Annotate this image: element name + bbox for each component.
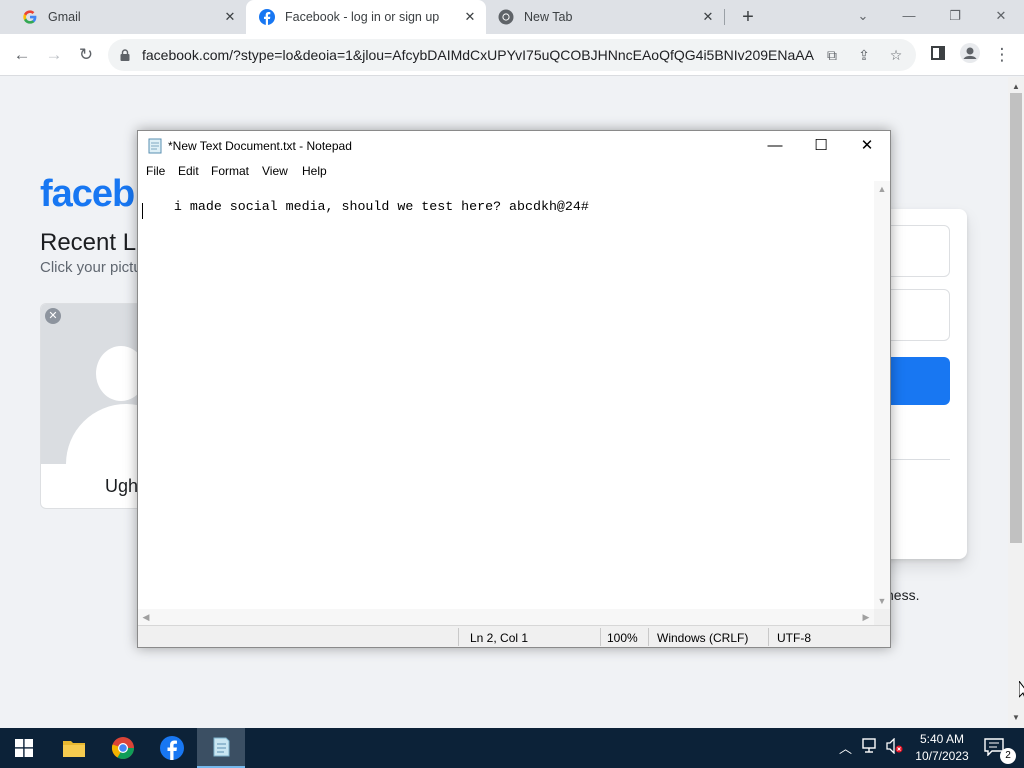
mouse-cursor-icon [1019, 681, 1024, 698]
open-in-app-icon[interactable]: ⧉ [822, 45, 842, 65]
tab-facebook[interactable]: Facebook - log in or sign up ✕ [246, 0, 486, 34]
facebook-logo[interactable]: faceb [40, 173, 135, 216]
status-bar: Ln 2, Col 1 100% Windows (CRLF) UTF-8 [138, 625, 890, 647]
scroll-up-icon[interactable]: ▲ [874, 181, 890, 197]
close-icon[interactable]: ✕ [700, 9, 716, 25]
notepad-icon [213, 737, 230, 757]
notepad-icon [148, 138, 162, 154]
profile-name: Ugh [105, 476, 139, 496]
facebook-icon [160, 736, 184, 760]
create-page-text: ness. [886, 587, 920, 603]
recent-logins-subtitle: Click your pictu [40, 259, 142, 276]
facebook-icon [259, 9, 275, 25]
window-title: *New Text Document.txt - Notepad [168, 139, 352, 153]
clock-time: 5:40 AM [919, 732, 965, 746]
menu-format[interactable]: Format [211, 164, 249, 178]
browser-toolbar: ← → ↻ facebook.com/?stype=lo&deoia=1&jlo… [0, 34, 1024, 76]
tab-label: Gmail [48, 10, 81, 24]
scroll-right-icon[interactable]: ▶ [858, 609, 874, 625]
new-tab-button[interactable]: + [738, 7, 758, 27]
restore-icon[interactable]: ❐ [943, 4, 967, 28]
tab-gmail[interactable]: Gmail ✕ [8, 0, 246, 34]
notification-center[interactable]: 2 [980, 728, 1024, 768]
status-divider [768, 628, 769, 646]
tab-label: Facebook - log in or sign up [285, 10, 440, 24]
minimize-button[interactable]: — [752, 131, 798, 161]
taskbar-notepad[interactable] [197, 728, 245, 768]
taskbar-facebook[interactable] [148, 728, 196, 768]
encoding: UTF-8 [777, 631, 811, 645]
vertical-scrollbar[interactable]: ▲ ▼ [874, 181, 890, 609]
start-button[interactable] [0, 728, 48, 768]
document-text: i made social media, should we test here… [173, 199, 589, 214]
tab-label: New Tab [524, 10, 573, 24]
cursor-position: Ln 2, Col 1 [470, 631, 529, 645]
notepad-title-bar[interactable]: *New Text Document.txt - Notepad — ☐ ✕ [138, 131, 890, 161]
scroll-down-icon[interactable]: ▼ [1008, 710, 1024, 726]
network-icon[interactable] [862, 738, 880, 757]
folder-icon [63, 741, 85, 757]
gmail-icon [23, 10, 37, 24]
profile-avatar[interactable] [958, 43, 982, 67]
scroll-left-icon[interactable]: ◀ [138, 609, 154, 625]
close-icon[interactable]: ✕ [222, 9, 238, 25]
lock-icon [120, 49, 130, 61]
tab-separator [724, 9, 725, 25]
taskbar-chrome[interactable] [99, 728, 147, 768]
share-icon[interactable]: ⇪ [854, 45, 874, 65]
recent-logins-title: Recent L [40, 229, 137, 256]
reload-icon[interactable]: ↻ [74, 43, 98, 67]
notification-count-badge: 2 [1000, 748, 1016, 764]
notepad-window: *New Text Document.txt - Notepad — ☐ ✕ F… [137, 130, 891, 648]
menu-bar: File Edit Format View Help [138, 161, 890, 181]
menu-file[interactable]: File [146, 164, 165, 178]
url-text: facebook.com/?stype=lo&deoia=1&jlou=Afcy… [142, 47, 814, 63]
chevron-up-icon[interactable]: ︿ [839, 738, 852, 757]
zoom-level: 100% [607, 631, 638, 645]
chrome-icon [111, 737, 134, 759]
maximize-button[interactable]: ☐ [798, 131, 844, 161]
chevron-down-icon[interactable]: ⌄ [851, 4, 875, 28]
windows-icon [15, 739, 33, 757]
remove-account-icon[interactable]: ✕ [45, 308, 61, 324]
close-icon[interactable]: ✕ [989, 4, 1013, 28]
back-icon[interactable]: ← [10, 43, 34, 67]
scrollbar-corner [874, 609, 890, 625]
close-button[interactable]: ✕ [844, 131, 890, 161]
browser-tab-strip: Gmail ✕ Facebook - log in or sign up ✕ N… [0, 0, 1024, 34]
line-ending: Windows (CRLF) [657, 631, 749, 645]
forward-icon[interactable]: → [42, 43, 66, 67]
star-icon[interactable]: ☆ [886, 45, 906, 65]
address-bar[interactable]: facebook.com/?stype=lo&deoia=1&jlou=Afcy… [108, 39, 916, 71]
horizontal-scrollbar[interactable]: ◀ ▶ [138, 609, 874, 625]
taskbar-file-explorer[interactable] [50, 728, 98, 768]
clock-date: 10/7/2023 [915, 749, 969, 763]
status-divider [600, 628, 601, 646]
side-panel-icon[interactable] [926, 43, 950, 67]
tab-new-tab[interactable]: New Tab ✕ [486, 0, 724, 34]
chrome-icon [498, 9, 514, 25]
volume-muted-icon[interactable] [886, 737, 904, 757]
taskbar: ︿ 5:40 AM 10/7/2023 2 [0, 728, 1024, 768]
scrollbar-thumb[interactable] [1010, 93, 1022, 543]
minimize-icon[interactable]: — [897, 4, 921, 28]
text-caret [142, 203, 143, 219]
menu-view[interactable]: View [262, 164, 288, 178]
page-scrollbar[interactable]: ▲ ▼ [1008, 77, 1024, 728]
text-editor[interactable]: i made social media, should we test here… [138, 181, 874, 609]
menu-help[interactable]: Help [302, 164, 327, 178]
system-clock[interactable]: 5:40 AM 10/7/2023 [904, 731, 980, 765]
close-icon[interactable]: ✕ [462, 9, 478, 25]
menu-edit[interactable]: Edit [178, 164, 199, 178]
status-divider [648, 628, 649, 646]
menu-icon[interactable]: ⋮ [990, 43, 1014, 67]
scroll-down-icon[interactable]: ▼ [874, 593, 890, 609]
status-divider [458, 628, 459, 646]
